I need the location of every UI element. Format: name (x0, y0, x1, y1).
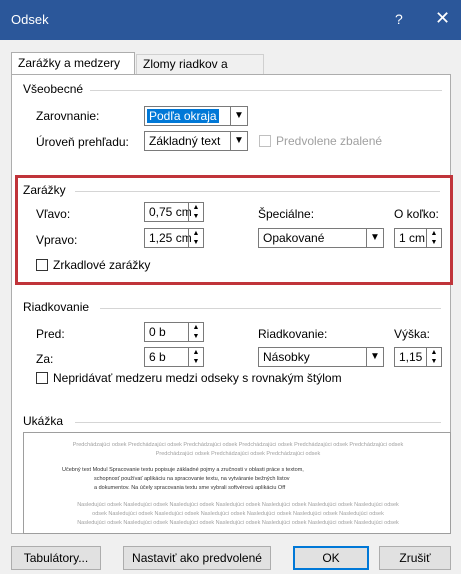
right-indent-spinner[interactable]: 1,25 cm ▲ ▼ (144, 228, 204, 248)
preview-previous-line: Predchádzajúci odsek Predchádzajúci odse… (155, 451, 321, 457)
spacing-divider (100, 308, 441, 309)
before-value: 0 b (149, 325, 166, 339)
spin-down-icon[interactable]: ▼ (427, 238, 441, 247)
spin-up-icon[interactable]: ▲ (189, 348, 203, 357)
left-indent-label: Vľavo: (36, 207, 71, 221)
after-value: 6 b (149, 350, 166, 364)
mirror-indents-label: Zrkadlové zarážky (53, 258, 151, 272)
special-value: Opakované (263, 231, 325, 245)
at-value: 1,15 (399, 350, 423, 364)
at-label: Výška: (394, 327, 431, 341)
preview-section-title: Ukážka (23, 414, 64, 428)
chevron-down-icon: ▼ (366, 229, 383, 247)
spin-up-icon[interactable]: ▲ (189, 323, 203, 332)
line-spacing-value: Násobky (263, 350, 310, 364)
outline-level-select[interactable]: Základný text ▼ (144, 131, 248, 151)
collapsed-label: Predvolene zbalené (276, 134, 383, 148)
after-spinner[interactable]: 6 b ▲ ▼ (144, 347, 204, 367)
spacing-section-title: Riadkovanie (23, 300, 90, 314)
line-spacing-select[interactable]: Násobky ▼ (258, 347, 384, 367)
alignment-label: Zarovnanie: (36, 109, 100, 123)
before-label: Pred: (36, 327, 65, 341)
by-spinner[interactable]: 1 cm ▲ ▼ (394, 228, 442, 248)
by-label: O koľko: (394, 207, 439, 221)
dont-add-space-checkbox[interactable] (36, 372, 48, 384)
outline-level-label: Úroveň prehľadu: (36, 135, 129, 149)
tabs-button[interactable]: Tabulátory... (11, 546, 101, 570)
indentation-divider (75, 191, 440, 192)
window-title: Odsek (11, 12, 49, 27)
spin-down-icon[interactable]: ▼ (189, 238, 203, 247)
tab-indents-spacing[interactable]: Zarážky a medzery (11, 52, 135, 76)
left-indent-value: 0,75 cm (149, 205, 192, 219)
spin-up-icon[interactable]: ▲ (189, 229, 203, 238)
cancel-button[interactable]: Zrušiť (379, 546, 451, 570)
alignment-select[interactable]: Podľa okraja ▼ (144, 106, 248, 126)
preview-next-line: odsek Nasledujúci odsek Nasledujúci odse… (92, 511, 384, 517)
ok-button[interactable]: OK (293, 546, 369, 570)
spin-up-icon[interactable]: ▲ (189, 203, 203, 212)
dont-add-space-label: Nepridávať medzeru medzi odseky s rovnak… (53, 371, 342, 385)
preview-next-line: Nasledujúci odsek Nasledujúci odsek Nasl… (77, 520, 399, 526)
chevron-down-icon: ▼ (230, 132, 247, 150)
preview-divider (75, 422, 441, 423)
indentation-section-title: Zarážky (23, 183, 66, 197)
title-bar: Odsek ? ✕ (0, 0, 461, 40)
right-indent-label: Vpravo: (36, 233, 78, 247)
chevron-down-icon: ▼ (230, 107, 247, 125)
spin-down-icon[interactable]: ▼ (189, 332, 203, 341)
alignment-value: Podľa okraja (147, 109, 219, 123)
special-label: Špeciálne: (258, 207, 315, 221)
right-indent-value: 1,25 cm (149, 231, 192, 245)
spin-up-icon[interactable]: ▲ (427, 229, 441, 238)
spin-up-icon[interactable]: ▲ (427, 348, 441, 357)
help-button[interactable]: ? (395, 11, 403, 27)
preview-box: Predchádzajúci odsek Predchádzajúci odse… (23, 432, 451, 534)
outline-level-value: Základný text (149, 134, 221, 148)
preview-sample-line: schopnosť používať aplikáciu na spracova… (94, 476, 290, 482)
left-indent-spinner[interactable]: 0,75 cm ▲ ▼ (144, 202, 204, 222)
preview-previous-line: Predchádzajúci odsek Predchádzajúci odse… (72, 442, 404, 448)
set-as-default-button[interactable]: Nastaviť ako predvolené (123, 546, 271, 570)
line-spacing-label: Riadkovanie: (258, 327, 328, 341)
general-section-title: Všeobecné (23, 82, 84, 96)
spin-down-icon[interactable]: ▼ (189, 357, 203, 366)
mirror-indents-checkbox[interactable] (36, 259, 48, 271)
special-select[interactable]: Opakované ▼ (258, 228, 384, 248)
general-divider (90, 90, 442, 91)
chevron-down-icon: ▼ (366, 348, 383, 366)
spin-down-icon[interactable]: ▼ (189, 212, 203, 221)
after-label: Za: (36, 352, 54, 366)
close-button[interactable]: ✕ (435, 8, 450, 29)
spin-down-icon[interactable]: ▼ (427, 357, 441, 366)
tab-line-page-breaks[interactable]: Zlomy riadkov a strán (136, 54, 264, 89)
preview-sample-line: a dokumentov. Na účely spracovania textu… (94, 485, 286, 491)
preview-next-line: Nasledujúci odsek Nasledujúci odsek Nasl… (77, 502, 399, 508)
preview-sample-line: Učebný text Modul Spracovanie textu popi… (62, 467, 304, 473)
collapsed-checkbox[interactable] (259, 135, 271, 147)
before-spinner[interactable]: 0 b ▲ ▼ (144, 322, 204, 342)
at-spinner[interactable]: 1,15 ▲ ▼ (394, 347, 442, 367)
by-value: 1 cm (399, 231, 426, 245)
